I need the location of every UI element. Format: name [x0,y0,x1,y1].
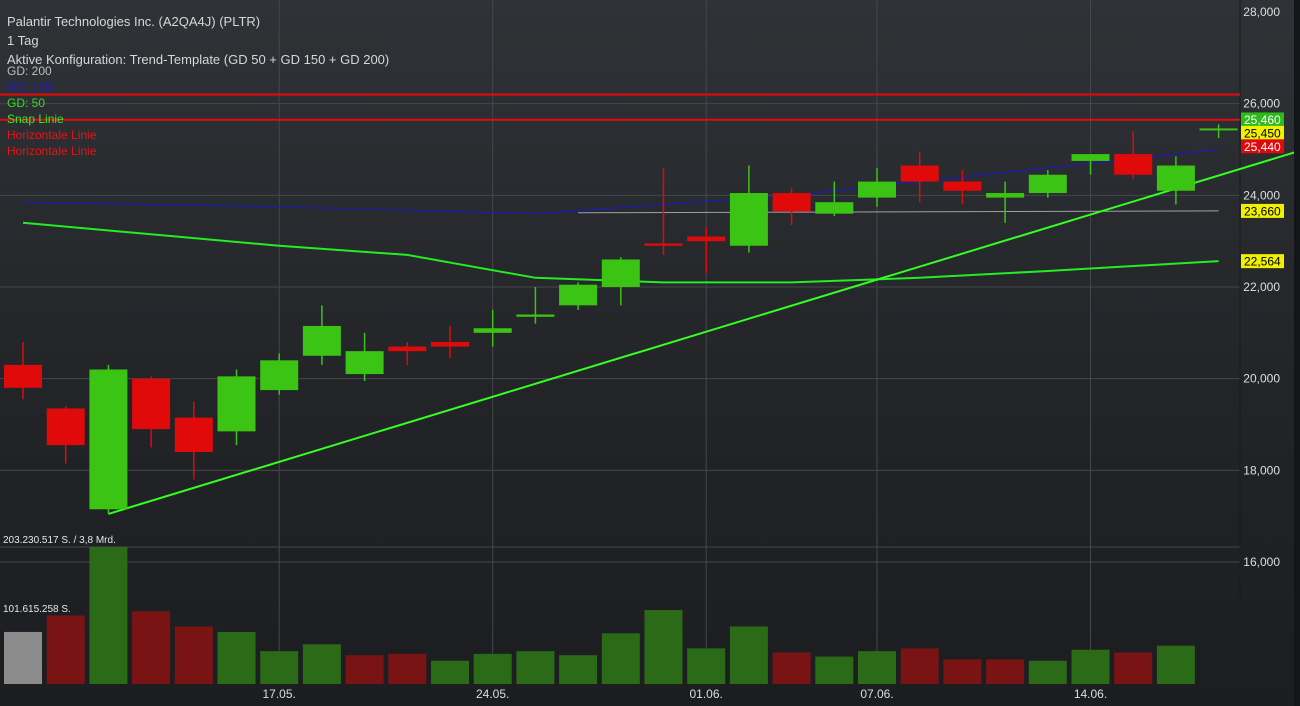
volume-bar [1156,645,1195,684]
volume-bar [729,626,768,684]
candle-body [900,165,939,182]
chart-legend: Palantir Technologies Inc. (A2QA4J) (PLT… [7,12,389,159]
candle-body [1028,174,1067,194]
y-tick-label: 16,000 [1243,555,1280,569]
x-tick-label: 14.06. [1074,687,1107,701]
candle-body [1114,154,1153,175]
legend-horizontal-line-1[interactable]: Horizontale Linie [7,127,389,143]
volume-bar [644,610,683,684]
candlesticks[interactable] [4,124,1238,514]
volume-bar [174,626,213,684]
candle-body [260,360,299,391]
volume-bar [516,651,555,684]
volume-max-label: 203.230.517 S. / 3,8 Mrd. [3,535,116,546]
config-label: Aktive Konfiguration: Trend-Template (GD… [7,52,390,67]
snap-line [108,149,1300,515]
x-tick-label: 17.05. [263,687,296,701]
volume-bar [345,655,384,684]
candle-body [516,314,555,317]
volume-bar [217,631,256,684]
legend-gd150[interactable]: GD: 150 [7,79,389,95]
volume-bar [687,648,726,684]
volume-bar [1114,652,1153,684]
candle-body [1199,128,1238,131]
volume-bar [4,631,42,684]
x-axis: 17.05. 24.05. 01.06. 07.06. 14.06. [263,687,1108,701]
candle-body [132,378,171,430]
candle-body [89,369,128,510]
volume-bar [858,651,896,684]
price-tag-label: 25,450 [1244,126,1281,140]
volume-bar [772,652,811,684]
y-tick-label: 26,000 [1243,97,1280,111]
candle-body [1071,154,1110,161]
candle-body [174,417,213,452]
gd200-line [578,210,1219,214]
candle-body [302,325,341,356]
volume-bar [1071,649,1110,684]
candle-body [729,193,768,246]
candle-body [815,202,854,214]
price-tag-label: 25,440 [1244,140,1281,154]
candle-body [46,408,85,446]
volume-bar [431,660,469,684]
volume-bar [89,547,128,684]
scale-edge [1294,0,1300,706]
y-tick-label: 24,000 [1243,188,1280,202]
price-tag-label: 25,460 [1244,113,1281,127]
candle-body [858,181,896,198]
volume-bar [302,644,341,684]
x-tick-label: 01.06. [690,687,723,701]
volume-bar [601,633,640,684]
price-tag-label: 23,660 [1244,204,1281,218]
candle-body [4,364,42,388]
price-tag-label: 22,564 [1244,255,1281,269]
indicator-lines [22,148,1300,515]
candle-body [559,284,598,306]
x-tick-label: 24.05. [476,687,509,701]
legend-gd50[interactable]: GD: 50 [7,95,389,111]
y-tick-label: 20,000 [1243,372,1280,386]
volume-bar [388,653,427,684]
volume-bars [4,547,1195,684]
candle-body [388,346,427,352]
y-tick-label: 18,000 [1243,463,1280,477]
candle-body [943,181,982,191]
legend-horizontal-line-2[interactable]: Horizontale Linie [7,143,389,159]
candle-body [986,193,1025,198]
legend-snap-line[interactable]: Snap Linie [7,111,389,127]
candle-body [431,342,469,347]
volume-mid-label: 101.615.258 S. [3,604,71,615]
candle-body [687,236,726,242]
volume-bar [132,611,171,684]
candle-body [473,328,512,333]
volume-bar [943,659,982,684]
volume-bar [986,659,1025,684]
volume-bar [559,655,598,684]
interval-label: 1 Tag [7,33,39,48]
volume-bar [46,615,85,684]
candle-body [601,259,640,287]
candle-body [217,376,256,432]
volume-bar [900,648,939,684]
candle-body [1156,165,1195,191]
y-axis: 16,000 18,000 20,000 22,000 24,000 26,000 28,0… [1239,0,1280,706]
x-tick-label: 07.06. [860,687,893,701]
volume-bar [1028,660,1067,684]
y-tick-label: 28,000 [1243,5,1280,19]
volume-bar [260,651,299,684]
candle-body [345,351,384,375]
volume-bar [473,653,512,684]
instrument-title: Palantir Technologies Inc. (A2QA4J) (PLT… [7,14,261,29]
candle-body [644,243,683,246]
volume-bar [815,656,854,684]
y-tick-label: 22,000 [1243,280,1280,294]
candle-body [772,193,811,212]
